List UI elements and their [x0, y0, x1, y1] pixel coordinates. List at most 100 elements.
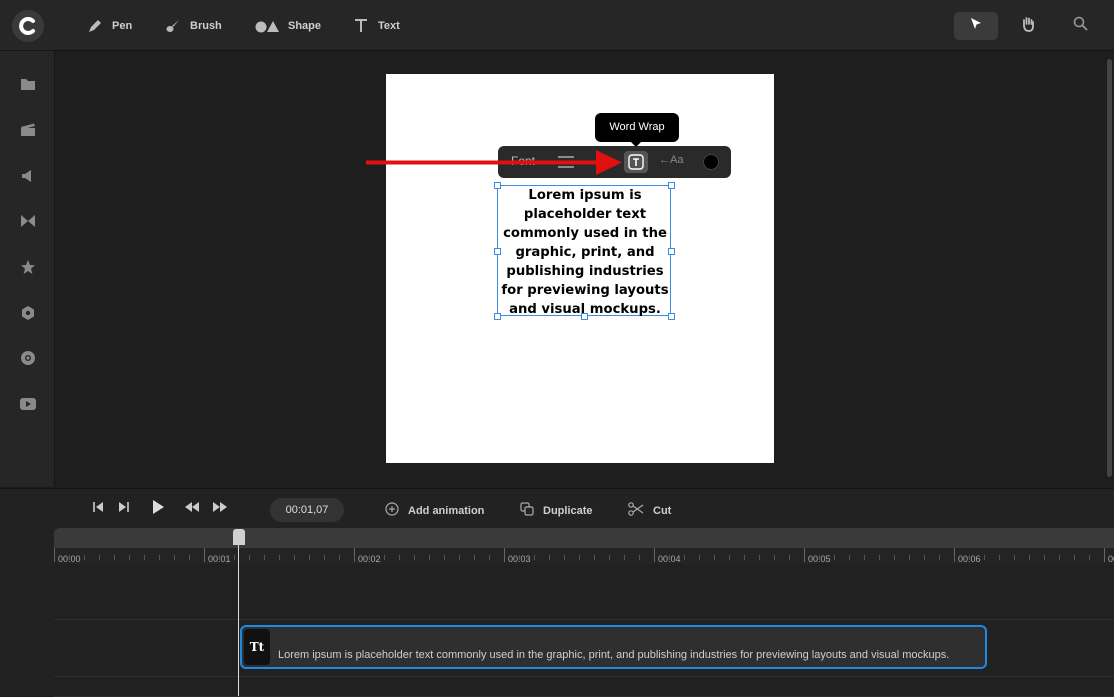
- ruler-tick: [1044, 555, 1045, 560]
- brush-tool-button[interactable]: Brush: [164, 16, 222, 36]
- text-tool-button[interactable]: Text: [352, 16, 400, 36]
- star-icon[interactable]: [18, 257, 38, 277]
- ruler-tick: [444, 555, 445, 560]
- ruler-scrub-strip[interactable]: [54, 528, 1114, 548]
- ruler-tick: [369, 555, 370, 560]
- ruler-tick: [729, 555, 730, 560]
- text-line: for previewing layouts: [501, 283, 669, 298]
- resize-handle-bottom-left[interactable]: [494, 313, 501, 320]
- clapper-icon[interactable]: [18, 120, 38, 140]
- fast-forward-icon: [212, 500, 228, 518]
- ruler-tick: [159, 555, 160, 560]
- ruler-tick: [699, 555, 700, 560]
- hand-icon: [1020, 16, 1036, 37]
- rewind-button[interactable]: [185, 502, 199, 516]
- pen-icon: [86, 17, 104, 35]
- text-line: placeholder text: [523, 207, 647, 222]
- scissors-icon: [628, 502, 644, 519]
- ruler-tick: [1074, 555, 1075, 560]
- text-color-swatch[interactable]: [703, 154, 719, 170]
- ruler-tick: [129, 555, 130, 560]
- ruler-tick: [1089, 555, 1090, 560]
- timeline-track[interactable]: [54, 677, 1114, 697]
- word-wrap-tooltip: Word Wrap: [595, 113, 679, 147]
- timeline-track[interactable]: [54, 564, 1114, 620]
- ruler-tick: [1059, 555, 1060, 560]
- duplicate-button[interactable]: Duplicate: [520, 502, 593, 519]
- cut-label: Cut: [653, 504, 672, 517]
- duplicate-label: Duplicate: [543, 504, 593, 517]
- app-logo-icon[interactable]: [12, 10, 44, 42]
- ruler-tick: [909, 555, 910, 560]
- hand-tool-button[interactable]: [1006, 12, 1050, 40]
- text-clip[interactable]: Tt Lorem ipsum is placeholder text commo…: [240, 625, 987, 669]
- folder-icon[interactable]: [18, 74, 38, 94]
- resize-handle-bottom[interactable]: [581, 313, 588, 320]
- ruler-tick: [564, 555, 565, 560]
- ruler-tick: [534, 555, 535, 560]
- selected-text-box[interactable]: Lorem ipsum is placeholder text commonly…: [497, 185, 672, 319]
- ruler-tick: [819, 555, 820, 560]
- ruler-tick: [849, 555, 850, 560]
- playhead-line: [238, 536, 239, 696]
- timeline-ruler[interactable]: 00:00 00:01 00:02 00:03 00:04 00:05 00:0…: [54, 528, 1114, 564]
- ruler-tick: [894, 555, 895, 560]
- resize-handle-top-left[interactable]: [494, 182, 501, 189]
- text-line: commonly used in the: [503, 226, 667, 241]
- ruler-tick: [414, 555, 415, 560]
- shape-tool-button[interactable]: Shape: [254, 16, 321, 36]
- select-tool-button[interactable]: [954, 12, 998, 40]
- ruler-tick: [789, 555, 790, 560]
- cut-button[interactable]: Cut: [628, 502, 671, 519]
- ruler-tick: [984, 555, 985, 560]
- resize-handle-bottom-right[interactable]: [668, 313, 675, 320]
- shape-tool-label: Shape: [288, 20, 322, 32]
- ruler-tick: [54, 548, 55, 562]
- shape-icon: [254, 17, 280, 35]
- search-button[interactable]: [1058, 12, 1102, 40]
- ruler-tick: [219, 555, 220, 560]
- hexagon-icon[interactable]: [18, 303, 38, 323]
- text-size-button[interactable]: ←Aa: [659, 154, 683, 166]
- ruler-tick: [804, 548, 805, 562]
- text-content: Lorem ipsum is placeholder text commonly…: [498, 186, 672, 319]
- playhead-handle[interactable]: [233, 529, 245, 545]
- ruler-tick: [774, 555, 775, 560]
- speaker-icon[interactable]: [18, 166, 38, 186]
- ruler-tick: [459, 555, 460, 560]
- ruler-tick: [84, 555, 85, 560]
- word-wrap-button[interactable]: [624, 151, 648, 173]
- ruler-tick: [174, 555, 175, 560]
- resize-handle-top-right[interactable]: [668, 182, 675, 189]
- ruler-label: 00: [1108, 554, 1114, 564]
- text-tool-label: Text: [378, 20, 400, 32]
- play-button[interactable]: [151, 499, 165, 516]
- ruler-tick: [384, 555, 385, 560]
- skip-start-button[interactable]: [91, 502, 105, 516]
- add-animation-button[interactable]: Add animation: [385, 502, 484, 519]
- youtube-icon[interactable]: [18, 394, 38, 414]
- resize-handle-left[interactable]: [494, 248, 501, 255]
- rewind-icon: [184, 500, 200, 518]
- ruler-tick: [684, 555, 685, 560]
- current-time-display[interactable]: 00:01,07: [270, 498, 344, 522]
- ruler-tick: [309, 555, 310, 560]
- skip-end-button[interactable]: [117, 502, 131, 516]
- transition-icon[interactable]: [18, 211, 38, 231]
- ruler-tick: [399, 555, 400, 560]
- pen-tool-button[interactable]: Pen: [86, 16, 132, 36]
- duplicate-icon: [520, 502, 534, 519]
- brush-icon: [164, 17, 182, 35]
- skip-end-icon: [118, 500, 130, 518]
- resize-handle-right[interactable]: [668, 248, 675, 255]
- ruler-tick: [759, 555, 760, 560]
- skip-start-icon: [92, 500, 104, 518]
- record-icon[interactable]: [18, 348, 38, 368]
- ruler-tick: [99, 555, 100, 560]
- play-icon: [151, 499, 165, 520]
- ruler-tick: [924, 555, 925, 560]
- ruler-tick: [1014, 555, 1015, 560]
- vertical-scrollbar[interactable]: [1107, 59, 1112, 477]
- ruler-tick: [249, 555, 250, 560]
- fast-forward-button[interactable]: [213, 502, 227, 516]
